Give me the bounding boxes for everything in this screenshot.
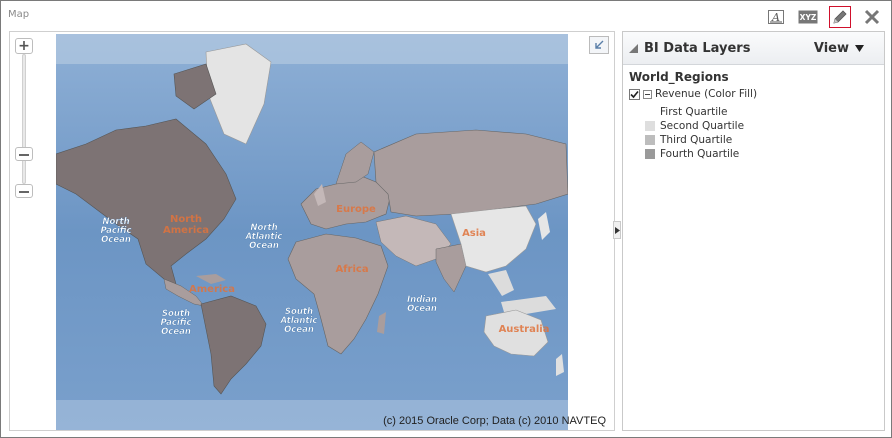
view-menu-label: View (813, 40, 849, 56)
svg-text:XYZ: XYZ (800, 13, 817, 22)
bi-data-layers-panel: BI Data Layers View World_Regions Revenu… (622, 31, 885, 431)
layer-row: Revenue (Color Fill) (629, 88, 757, 100)
south-america-label: America (189, 284, 235, 295)
europe-label: Europe (336, 204, 376, 215)
panel-title: BI Data Layers (644, 40, 751, 56)
legend-item: Third Quartile (645, 133, 744, 147)
south-atlantic-label: South Atlantic Ocean (280, 307, 318, 335)
legend-item: First Quartile (645, 105, 744, 119)
world-map[interactable]: North Pacific Ocean North Atlantic Ocean Sou… (56, 34, 568, 430)
legend-label: Second Quartile (660, 120, 745, 132)
pencil-icon[interactable] (829, 6, 851, 28)
legend-swatch (645, 121, 655, 131)
map-copyright: (c) 2015 Oracle Corp; Data (c) 2010 NAVT… (383, 415, 606, 427)
zoom-slider-track[interactable] (22, 54, 26, 184)
south-pacific-label: South Pacific Ocean (160, 309, 191, 337)
checkmark-icon (630, 90, 639, 98)
map-view-container: Map A XYZ North Pacific Ocean North Atla… (0, 0, 892, 438)
collapse-arrow-icon (614, 226, 620, 234)
view-toolbar: A XYZ (765, 6, 883, 28)
asia-label: Asia (462, 228, 486, 239)
layer-visibility-checkbox[interactable] (629, 88, 640, 100)
legend-label: Fourth Quartile (660, 148, 740, 160)
xyz-rename-icon[interactable]: XYZ (797, 6, 819, 28)
zoom-out-button[interactable] (15, 184, 33, 198)
collapse-legend-toggle[interactable] (643, 89, 652, 99)
view-title: Map (8, 9, 30, 20)
legend-label: First Quartile (660, 106, 728, 118)
russia-region (373, 129, 568, 217)
north-atlantic-label: North Atlantic Ocean (245, 223, 283, 251)
expand-triangle-icon[interactable] (629, 43, 638, 53)
legend-swatch (645, 149, 655, 159)
zoom-slider-thumb[interactable] (15, 147, 33, 162)
format-text-icon[interactable]: A (765, 6, 787, 28)
view-menu-button[interactable]: View (814, 41, 864, 56)
close-icon[interactable] (861, 6, 883, 28)
map-area[interactable]: North Pacific Ocean North Atlantic Ocean Sou… (9, 31, 615, 431)
indian-ocean-label: Indian Ocean (407, 295, 437, 314)
legend-swatch (645, 107, 655, 117)
panel-header: BI Data Layers View (623, 32, 884, 65)
overview-map-icon[interactable] (589, 36, 609, 54)
layer-label: Revenue (Color Fill) (655, 88, 758, 100)
africa-label: Africa (335, 264, 368, 275)
australia-label: Australia (499, 324, 550, 335)
zoom-in-button[interactable]: + (15, 38, 33, 54)
north-pacific-label: North Pacific Ocean (100, 217, 131, 245)
legend: First Quartile Second Quartile Third Qua… (645, 105, 744, 161)
dropdown-arrow-icon (855, 44, 864, 52)
layer-name: World_Regions (629, 70, 729, 84)
legend-swatch (645, 135, 655, 145)
zoom-control: + (14, 36, 34, 202)
legend-item: Fourth Quartile (645, 147, 744, 161)
panel-splitter-toggle[interactable] (613, 221, 621, 239)
legend-item: Second Quartile (645, 119, 744, 133)
legend-label: Third Quartile (660, 134, 733, 146)
